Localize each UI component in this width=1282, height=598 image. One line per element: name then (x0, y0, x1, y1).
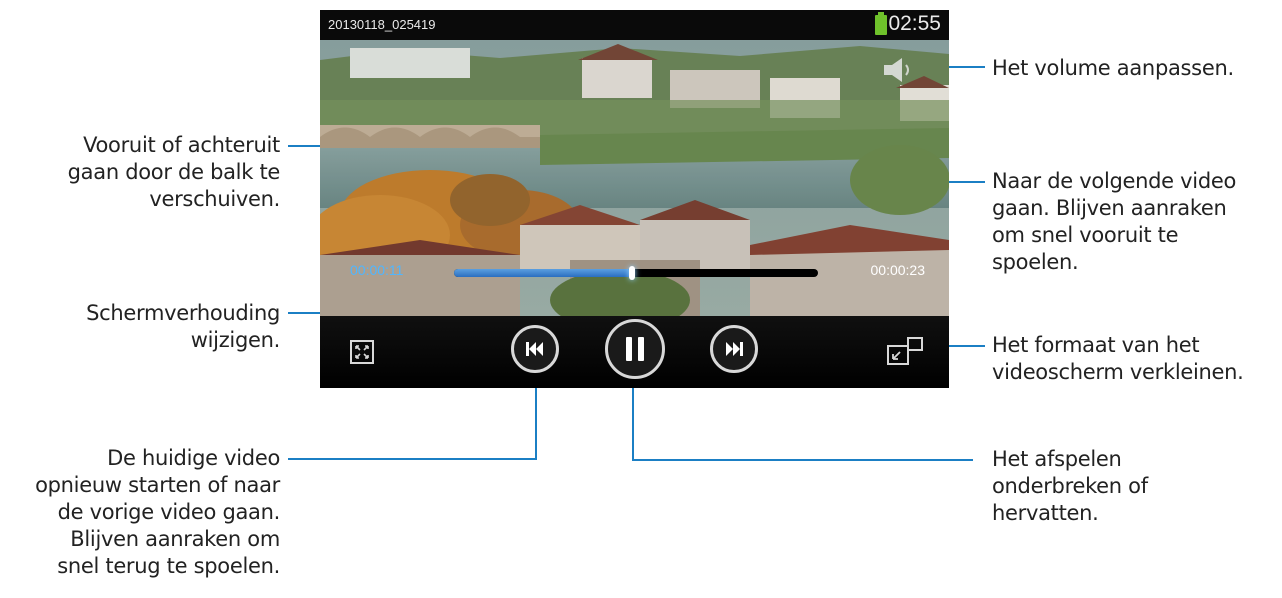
video-player-screen: 20130118_025419 02:55 00:00:11 00:00:23 (320, 10, 949, 388)
skip-next-icon (726, 342, 743, 356)
previous-button[interactable] (511, 325, 559, 373)
battery-icon (875, 12, 887, 35)
leader-pause (632, 376, 973, 461)
next-button[interactable] (710, 325, 758, 373)
speaker-icon[interactable] (882, 56, 916, 84)
seek-bar-fill (454, 269, 633, 277)
pause-button[interactable] (605, 319, 665, 379)
elapsed-time: 00:00:11 (350, 262, 404, 278)
aspect-ratio-icon[interactable] (350, 340, 374, 364)
callout-aspect: Schermverhouding wijzigen. (86, 301, 280, 352)
control-bar (320, 316, 949, 388)
callout-prev: De huidige video opnieuw starten of naar… (35, 446, 280, 578)
callout-minimize: Het formaat van het videoscherm verklein… (992, 333, 1244, 384)
callout-seek: Vooruit of achteruit gaan door de balk t… (67, 133, 281, 211)
seek-handle[interactable] (629, 266, 636, 280)
seek-bar[interactable] (454, 266, 818, 280)
status-bar: 20130118_025419 02:55 (320, 10, 949, 40)
pause-icon (626, 337, 644, 361)
video-filename: 20130118_025419 (328, 17, 436, 32)
callout-pause: Het afspelen onderbreken of hervatten. (992, 447, 1148, 525)
callout-volume: Het volume aanpassen. (992, 56, 1234, 80)
picture-in-picture-icon[interactable] (886, 336, 926, 366)
status-clock: 02:55 (888, 12, 941, 35)
total-time: 00:00:23 (870, 262, 926, 278)
callout-next: Naar de volgende video gaan. Blijven aan… (992, 169, 1237, 274)
skip-previous-icon (526, 342, 543, 356)
